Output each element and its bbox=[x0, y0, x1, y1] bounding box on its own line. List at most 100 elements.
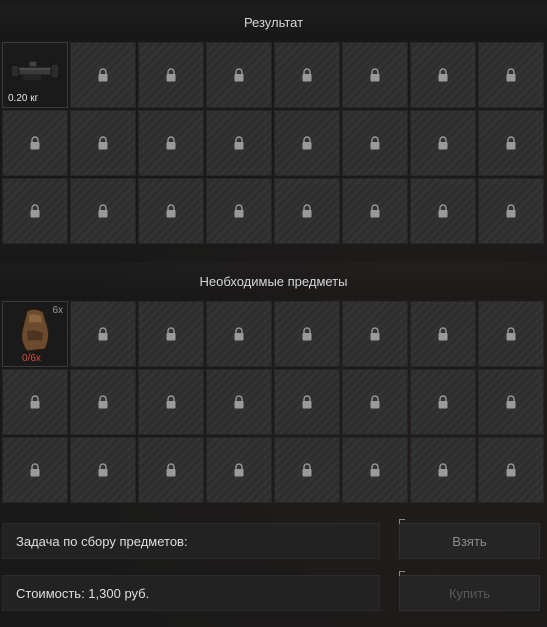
locked-slot bbox=[206, 437, 272, 503]
locked-slot bbox=[274, 42, 340, 108]
item-weight: 0.20 кг bbox=[8, 93, 39, 104]
lock-icon bbox=[234, 68, 244, 82]
lock-icon bbox=[166, 136, 176, 150]
locked-slot bbox=[410, 110, 476, 176]
lock-icon bbox=[302, 463, 312, 477]
lock-icon bbox=[98, 136, 108, 150]
item-have-count: 0/6x bbox=[22, 353, 41, 364]
lock-icon bbox=[98, 68, 108, 82]
result-grid: 0.20 кг bbox=[2, 42, 545, 244]
locked-slot bbox=[410, 42, 476, 108]
lock-icon bbox=[506, 136, 516, 150]
locked-slot bbox=[274, 437, 340, 503]
locked-slot bbox=[2, 110, 68, 176]
locked-slot bbox=[410, 178, 476, 244]
lock-icon bbox=[506, 463, 516, 477]
locked-slot bbox=[70, 437, 136, 503]
locked-slot bbox=[206, 110, 272, 176]
locked-slot bbox=[2, 369, 68, 435]
lock-icon bbox=[370, 395, 380, 409]
lock-icon bbox=[370, 204, 380, 218]
lock-icon bbox=[438, 463, 448, 477]
task-label: Задача по сбору предметов: bbox=[2, 523, 380, 559]
locked-slot bbox=[342, 301, 408, 367]
locked-slot bbox=[342, 110, 408, 176]
locked-slot bbox=[342, 178, 408, 244]
item-quantity: 6x bbox=[52, 305, 63, 316]
lock-icon bbox=[166, 204, 176, 218]
locked-slot bbox=[478, 369, 544, 435]
locked-slot bbox=[342, 437, 408, 503]
locked-slot bbox=[206, 42, 272, 108]
result-item-slot[interactable]: 0.20 кг bbox=[2, 42, 68, 108]
take-button[interactable]: Взять bbox=[399, 519, 540, 559]
lock-icon bbox=[438, 136, 448, 150]
lock-icon bbox=[506, 68, 516, 82]
lock-icon bbox=[234, 395, 244, 409]
lock-icon bbox=[438, 68, 448, 82]
locked-slot bbox=[274, 301, 340, 367]
rifle-scope-icon bbox=[10, 60, 60, 80]
lock-icon bbox=[30, 204, 40, 218]
locked-slot bbox=[206, 178, 272, 244]
lock-icon bbox=[234, 136, 244, 150]
locked-slot bbox=[138, 301, 204, 367]
locked-slot bbox=[478, 437, 544, 503]
result-header: Результат bbox=[0, 4, 547, 40]
locked-slot bbox=[70, 178, 136, 244]
ration-pack-icon bbox=[21, 308, 50, 352]
locked-slot bbox=[138, 369, 204, 435]
lock-icon bbox=[30, 136, 40, 150]
locked-slot bbox=[2, 437, 68, 503]
lock-icon bbox=[302, 395, 312, 409]
locked-slot bbox=[70, 42, 136, 108]
lock-icon bbox=[302, 68, 312, 82]
locked-slot bbox=[342, 42, 408, 108]
required-grid: 6x 0/6x bbox=[2, 301, 545, 503]
locked-slot bbox=[410, 369, 476, 435]
lock-icon bbox=[438, 327, 448, 341]
lock-icon bbox=[370, 463, 380, 477]
lock-icon bbox=[438, 395, 448, 409]
lock-icon bbox=[30, 463, 40, 477]
locked-slot bbox=[70, 301, 136, 367]
lock-icon bbox=[438, 204, 448, 218]
lock-icon bbox=[166, 68, 176, 82]
lock-icon bbox=[506, 204, 516, 218]
locked-slot bbox=[274, 110, 340, 176]
locked-slot bbox=[206, 301, 272, 367]
lock-icon bbox=[98, 327, 108, 341]
lock-icon bbox=[98, 463, 108, 477]
lock-icon bbox=[302, 327, 312, 341]
lock-icon bbox=[370, 136, 380, 150]
lock-icon bbox=[98, 204, 108, 218]
locked-slot bbox=[478, 301, 544, 367]
locked-slot bbox=[478, 110, 544, 176]
required-item-slot[interactable]: 6x 0/6x bbox=[2, 301, 68, 367]
locked-slot bbox=[70, 110, 136, 176]
lock-icon bbox=[166, 327, 176, 341]
lock-icon bbox=[234, 204, 244, 218]
locked-slot bbox=[206, 369, 272, 435]
locked-slot bbox=[138, 178, 204, 244]
lock-icon bbox=[30, 395, 40, 409]
locked-slot bbox=[70, 369, 136, 435]
cost-label: Стоимость: 1,300 руб. bbox=[2, 575, 380, 611]
locked-slot bbox=[138, 437, 204, 503]
lock-icon bbox=[166, 463, 176, 477]
locked-slot bbox=[342, 369, 408, 435]
locked-slot bbox=[478, 178, 544, 244]
lock-icon bbox=[370, 68, 380, 82]
lock-icon bbox=[234, 463, 244, 477]
lock-icon bbox=[506, 327, 516, 341]
lock-icon bbox=[506, 395, 516, 409]
lock-icon bbox=[302, 204, 312, 218]
lock-icon bbox=[98, 395, 108, 409]
buy-button[interactable]: Купить bbox=[399, 571, 540, 611]
locked-slot bbox=[274, 178, 340, 244]
locked-slot bbox=[410, 437, 476, 503]
locked-slot bbox=[138, 110, 204, 176]
locked-slot bbox=[274, 369, 340, 435]
lock-icon bbox=[370, 327, 380, 341]
locked-slot bbox=[138, 42, 204, 108]
